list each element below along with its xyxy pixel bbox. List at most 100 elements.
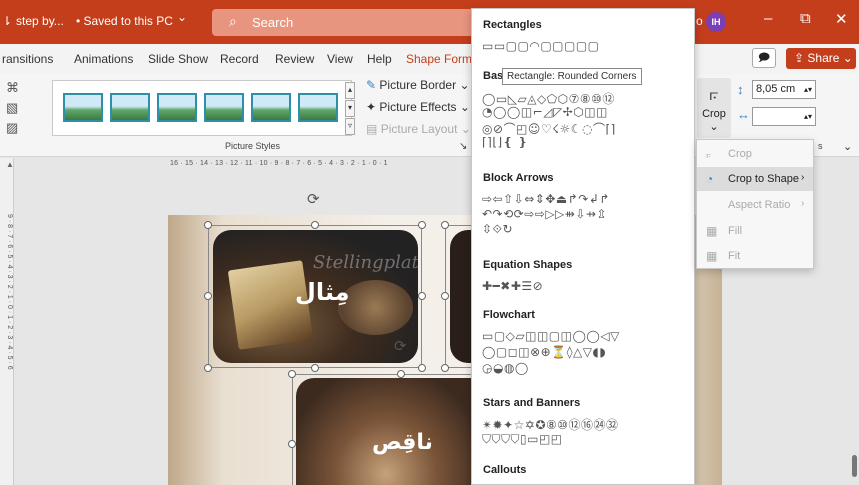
avatar[interactable]: IH [706, 12, 726, 32]
picture-layout-button[interactable]: ▤ Picture Layout ⌄ [366, 122, 471, 136]
width-field[interactable]: ▴▾ [752, 107, 816, 126]
tab-transitions[interactable]: ransitions [2, 52, 53, 66]
shapes-basic-row-2[interactable]: ◔◯◯◫⌐◿◸✢⬡◫◫ [482, 105, 608, 119]
picture-style-5[interactable] [251, 93, 291, 122]
crop-menu: ⟔ Crop ◔ Crop to Shape › Aspect Ratio › … [696, 139, 814, 269]
title-bar: ⇂ step by... • Saved to this PC ⌄ ⌕ Sear… [0, 0, 859, 44]
menu-item-fill[interactable]: ▦ Fill [697, 219, 813, 243]
crop-button[interactable]: ⟔ Crop ⌄ [697, 78, 731, 138]
user-name-fragment: o [696, 14, 703, 28]
tab-animations[interactable]: Animations [74, 52, 133, 66]
shapes-arrows-row-2[interactable]: ↶↷⟲⟳⇨⇨▷▷⇻⇩⇸⇫ [482, 207, 607, 221]
resize-handle[interactable] [418, 292, 426, 300]
shape-tooltip: Rectangle: Rounded Corners [502, 68, 642, 85]
resize-handle[interactable] [311, 221, 319, 229]
shapes-stars-row-1[interactable]: ✴✹✦☆✡✪⑧⑩⑫⑯㉔㉜ [482, 416, 619, 433]
gallery-up-arrow[interactable]: ▴ [345, 82, 355, 99]
horizontal-ruler: 16 · 15 · 14 · 13 · 12 · 11 · 10 · 9 · 8… [170, 160, 388, 167]
scrollbar-thumb[interactable] [852, 455, 857, 477]
change-picture-icon[interactable]: ▨ [6, 120, 18, 136]
shapes-stars-row-2[interactable]: ⛉⛉⛉⛉▯▭◰◰ [482, 432, 563, 447]
gallery-down-arrow[interactable]: ▾ [345, 100, 355, 117]
share-label: Share [807, 51, 840, 65]
minimize-button[interactable]: – [764, 10, 772, 27]
search-box[interactable]: ⌕ Search [212, 9, 474, 36]
shapes-flowchart-row-3[interactable]: ◶◒◍◯ [482, 361, 529, 375]
ribbon-tabs: ransitions Animations Slide Show Record … [0, 44, 859, 74]
crop-to-shape-icon: ◔ [706, 172, 714, 186]
picture-style-3[interactable] [157, 93, 197, 122]
tab-slide-show[interactable]: Slide Show [148, 52, 208, 66]
save-status-chevron-icon[interactable]: ⌄ [177, 10, 187, 24]
resize-handle[interactable] [204, 292, 212, 300]
file-name[interactable]: step by... [16, 14, 64, 28]
picture-style-2[interactable] [110, 93, 150, 122]
compress-icon[interactable]: ▧ [6, 100, 18, 116]
menu-item-label: Fit [728, 250, 741, 262]
tab-view[interactable]: View [327, 52, 353, 66]
resize-handle[interactable] [288, 440, 296, 448]
comment-icon: 🗩 [757, 52, 771, 64]
rotate-handle-icon[interactable]: ⟳ [307, 190, 320, 208]
resize-handle[interactable] [288, 370, 296, 378]
share-button[interactable]: ⇪ Share ⌄ [786, 48, 856, 69]
picture-border-button[interactable]: ✎ Picture Border ⌄ [366, 78, 470, 92]
width-icon: ↔ [737, 107, 750, 122]
resize-handle[interactable] [441, 292, 449, 300]
selection-frame [292, 374, 477, 485]
crop-icon: ⟔ [706, 147, 712, 161]
submenu-arrow-icon: › [801, 172, 805, 183]
tab-record[interactable]: Record [220, 52, 259, 66]
menu-item-fit[interactable]: ▦ Fit [697, 244, 813, 268]
resize-handle[interactable] [441, 221, 449, 229]
shapes-equation-row[interactable]: ✚━✖✚☰⊘ [482, 279, 543, 293]
shapes-arrows-row-1[interactable]: ⇨⇦⇧⇩⇔⇕✥⏏↱↷↲↱ [482, 192, 610, 206]
shapes-flowchart-row-2[interactable]: ◯▢◻◫⊗⊕⏳◊△▽◖◗ [482, 345, 606, 359]
crop-label: Crop [702, 108, 726, 120]
resize-handle[interactable] [204, 221, 212, 229]
width-spinner[interactable]: ▴▾ [804, 108, 812, 125]
gallery-more-arrow[interactable]: ▿ [345, 118, 355, 135]
resize-handle[interactable] [311, 364, 319, 372]
resize-handle[interactable] [418, 364, 426, 372]
tab-help[interactable]: Help [367, 52, 392, 66]
shapes-basic-row-4[interactable]: ⌈⌉⌊⌋❴ ❵ [482, 135, 528, 149]
picture-style-6[interactable] [298, 93, 338, 122]
crop-icon: ⟔ [708, 80, 720, 105]
save-status[interactable]: • Saved to this PC [76, 14, 173, 28]
share-chevron-icon: ⌄ [842, 51, 853, 65]
arrange-icon[interactable]: ⌘ [6, 80, 19, 96]
shapes-rectangles-row[interactable]: ▭▭▢▢◠▢▢▢▢▢ [482, 39, 600, 53]
quick-access-icon[interactable]: ⇂ [2, 14, 12, 28]
tab-shape-format[interactable]: Shape Forma [406, 52, 479, 66]
shapes-arrows-row-3[interactable]: ⇳⟐↻ [482, 222, 513, 237]
dialog-launcher-icon[interactable]: ↘ [459, 141, 467, 152]
comments-button[interactable]: 🗩 [752, 48, 776, 68]
picture-border-icon: ✎ [366, 78, 377, 92]
picture-layout-icon: ▤ [366, 122, 378, 136]
shapes-callouts-row[interactable]: ◻◻◻◻◻◻◻◻◻◻ [482, 481, 587, 484]
height-field[interactable]: 8,05 cm ▴▾ [752, 80, 816, 99]
scroll-up-arrow-icon[interactable]: ▲ [6, 160, 14, 169]
resize-handle[interactable] [418, 221, 426, 229]
search-placeholder: Search [252, 15, 294, 30]
tab-review[interactable]: Review [275, 52, 314, 66]
close-button[interactable]: ✕ [835, 10, 848, 28]
picture-layout-label: Picture Layout [380, 122, 458, 136]
rotate-handle-icon[interactable]: ⟳ [394, 337, 407, 355]
shapes-flowchart-row-1[interactable]: ▭▢◇▱◫◫▢◫◯◯◁▽ [482, 329, 620, 343]
collapse-ribbon-icon[interactable]: ⌄ [843, 140, 852, 153]
resize-handle[interactable] [204, 364, 212, 372]
menu-item-label: Aspect Ratio [728, 199, 791, 211]
resize-handle[interactable] [441, 364, 449, 372]
menu-item-aspect-ratio[interactable]: Aspect Ratio › [697, 193, 813, 217]
menu-item-crop-to-shape[interactable]: ◔ Crop to Shape › [697, 167, 813, 191]
picture-style-4[interactable] [204, 93, 244, 122]
resize-handle[interactable] [397, 370, 405, 378]
height-value: 8,05 cm [756, 83, 796, 95]
menu-item-crop[interactable]: ⟔ Crop [697, 142, 813, 166]
height-spinner[interactable]: ▴▾ [804, 81, 812, 98]
restore-button[interactable]: ⧉ [800, 10, 811, 27]
picture-effects-button[interactable]: ✦ Picture Effects ⌄ [366, 100, 470, 114]
picture-style-1[interactable] [63, 93, 103, 122]
